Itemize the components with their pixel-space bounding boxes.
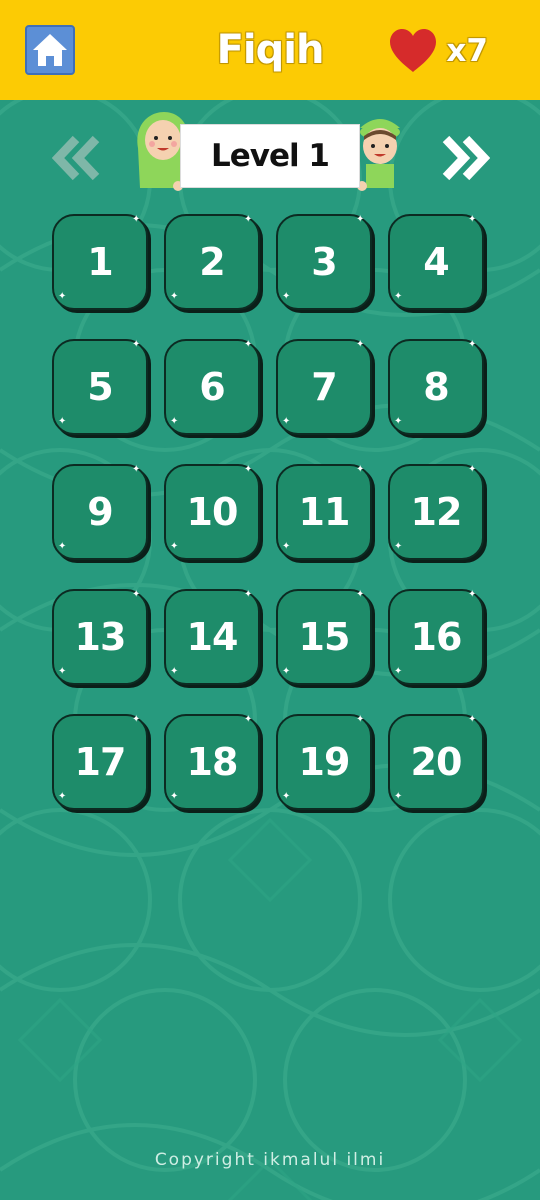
sparkle-icon: ✦ [394, 416, 403, 427]
sparkle-icon: ✦ [132, 339, 141, 350]
lives-counter: x7 [388, 28, 488, 74]
level-number: 18 [186, 740, 239, 784]
sparkle-icon: ✦ [356, 339, 365, 350]
level-button[interactable]: ✦ 10 ✦ [164, 464, 260, 560]
level-number: 7 [311, 365, 337, 409]
level-button[interactable]: ✦ 2 ✦ [164, 214, 260, 310]
level-button[interactable]: ✦ 8 ✦ [388, 339, 484, 435]
sparkle-icon: ✦ [244, 339, 253, 350]
sparkle-icon: ✦ [244, 214, 253, 225]
top-bar: Fiqih x7 [0, 0, 540, 100]
level-number: 14 [186, 615, 239, 659]
sparkle-icon: ✦ [282, 541, 291, 552]
previous-level-button[interactable] [51, 135, 102, 181]
sparkle-icon: ✦ [58, 291, 67, 302]
double-chevron-right-icon [442, 135, 491, 181]
level-number: 19 [298, 740, 351, 784]
sparkle-icon: ✦ [58, 791, 67, 802]
level-number: 6 [199, 365, 225, 409]
sparkle-icon: ✦ [170, 666, 179, 677]
sparkle-icon: ✦ [132, 464, 141, 475]
sparkle-icon: ✦ [468, 214, 477, 225]
sparkle-icon: ✦ [170, 791, 179, 802]
sparkle-icon: ✦ [394, 791, 403, 802]
sparkle-icon: ✦ [282, 791, 291, 802]
level-number: 12 [410, 490, 463, 534]
level-button[interactable]: ✦ 18 ✦ [164, 714, 260, 810]
level-button[interactable]: ✦ 14 ✦ [164, 589, 260, 685]
sparkle-icon: ✦ [244, 464, 253, 475]
sparkle-icon: ✦ [356, 589, 365, 600]
level-number: 17 [74, 740, 127, 784]
sparkle-icon: ✦ [132, 214, 141, 225]
sparkle-icon: ✦ [468, 714, 477, 725]
level-button[interactable]: ✦ 9 ✦ [52, 464, 148, 560]
sparkle-icon: ✦ [356, 464, 365, 475]
level-button[interactable]: ✦ 15 ✦ [276, 589, 372, 685]
sparkle-icon: ✦ [394, 541, 403, 552]
sparkle-icon: ✦ [58, 416, 67, 427]
sparkle-icon: ✦ [356, 214, 365, 225]
level-number: 20 [410, 740, 463, 784]
sparkle-icon: ✦ [468, 589, 477, 600]
level-number: 2 [199, 240, 225, 284]
level-button[interactable]: ✦ 17 ✦ [52, 714, 148, 810]
level-number: 1 [87, 240, 113, 284]
level-number: 11 [298, 490, 351, 534]
lives-count: x7 [446, 33, 488, 69]
level-button[interactable]: ✦ 6 ✦ [164, 339, 260, 435]
level-button[interactable]: ✦ 11 ✦ [276, 464, 372, 560]
level-number: 5 [87, 365, 113, 409]
sparkle-icon: ✦ [170, 541, 179, 552]
level-button[interactable]: ✦ 4 ✦ [388, 214, 484, 310]
level-number: 16 [410, 615, 463, 659]
level-number: 13 [74, 615, 127, 659]
level-button[interactable]: ✦ 5 ✦ [52, 339, 148, 435]
level-button[interactable]: ✦ 16 ✦ [388, 589, 484, 685]
sparkle-icon: ✦ [282, 666, 291, 677]
level-banner: Level 1 [180, 124, 360, 188]
level-button[interactable]: ✦ 20 ✦ [388, 714, 484, 810]
level-button[interactable]: ✦ 7 ✦ [276, 339, 372, 435]
level-grid: ✦ 1 ✦ ✦ 2 ✦ ✦ 3 ✦ ✦ 4 ✦ ✦ 5 ✦ ✦ 6 ✦ ✦ 7 ✦ ✦ 8 ✦ ✦ 9 ✦ ✦ 10 ✦… [52, 214, 492, 810]
level-number: 10 [186, 490, 239, 534]
sparkle-icon: ✦ [282, 416, 291, 427]
copyright-text: Copyright ikmalul ilmi [154, 1150, 386, 1170]
sparkle-icon: ✦ [244, 714, 253, 725]
level-button[interactable]: ✦ 13 ✦ [52, 589, 148, 685]
level-number: 15 [298, 615, 351, 659]
level-label: Level 1 [211, 138, 330, 174]
next-level-button[interactable] [440, 135, 491, 181]
double-chevron-left-icon [51, 135, 100, 181]
sparkle-icon: ✦ [394, 291, 403, 302]
sparkle-icon: ✦ [58, 541, 67, 552]
sparkle-icon: ✦ [132, 589, 141, 600]
sparkle-icon: ✦ [132, 714, 141, 725]
heart-icon [390, 29, 437, 72]
level-button[interactable]: ✦ 19 ✦ [276, 714, 372, 810]
sparkle-icon: ✦ [394, 666, 403, 677]
level-number: 4 [423, 240, 449, 284]
sparkle-icon: ✦ [170, 416, 179, 427]
level-button[interactable]: ✦ 3 ✦ [276, 214, 372, 310]
level-button[interactable]: ✦ 12 ✦ [388, 464, 484, 560]
level-number: 9 [87, 490, 113, 534]
sparkle-icon: ✦ [468, 464, 477, 475]
sparkle-icon: ✦ [58, 666, 67, 677]
sparkle-icon: ✦ [356, 714, 365, 725]
sparkle-icon: ✦ [244, 589, 253, 600]
sparkle-icon: ✦ [468, 339, 477, 350]
level-button[interactable]: ✦ 1 ✦ [52, 214, 148, 310]
level-number: 8 [423, 365, 449, 409]
level-number: 3 [311, 240, 337, 284]
sparkle-icon: ✦ [170, 291, 179, 302]
sparkle-icon: ✦ [282, 291, 291, 302]
